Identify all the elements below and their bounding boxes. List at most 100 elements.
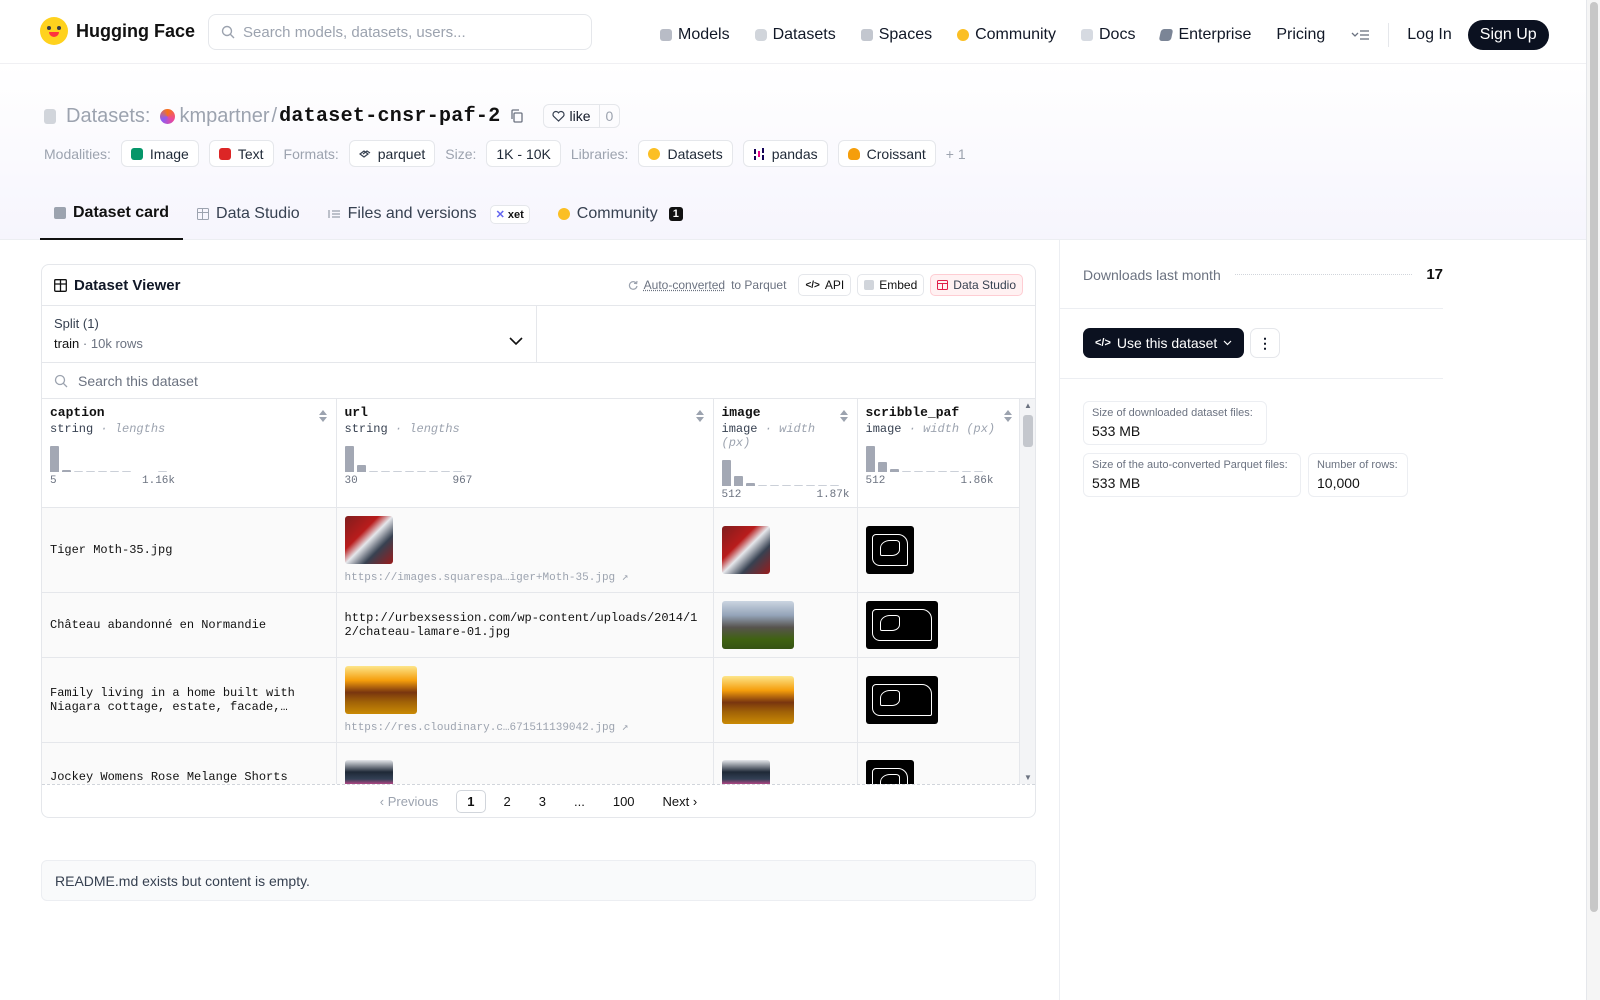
- histogram-bar[interactable]: [158, 471, 167, 472]
- page-2-button[interactable]: 2: [494, 791, 521, 812]
- more-options-button[interactable]: ⋮: [1250, 328, 1280, 358]
- url-cell[interactable]: [336, 742, 714, 784]
- tab-data-studio[interactable]: Data Studio: [183, 188, 314, 240]
- column-header-image[interactable]: image image · width (px) 512 1.87k: [713, 399, 858, 508]
- nav-docs[interactable]: Docs: [1081, 26, 1135, 44]
- sort-icon[interactable]: [839, 409, 849, 423]
- image-cell[interactable]: [713, 507, 858, 593]
- histogram-bar[interactable]: [937, 471, 947, 472]
- nav-pricing[interactable]: Pricing: [1276, 26, 1325, 44]
- histogram-bar[interactable]: [146, 471, 155, 472]
- url-cell[interactable]: https://images.squarespa…iger+Moth-35.jp…: [336, 507, 714, 593]
- table-row[interactable]: Tiger Moth-35.jpg https://images.squares…: [42, 507, 1022, 593]
- image-thumbnail[interactable]: [721, 601, 794, 649]
- column-header-scribble-paf[interactable]: scribble_paf image · width (px) 512 1.86k: [857, 399, 1022, 508]
- page-3-button[interactable]: 3: [529, 791, 556, 812]
- caption-cell[interactable]: Château abandonné en Normandie: [42, 592, 337, 658]
- histogram-bar[interactable]: [74, 471, 83, 472]
- histogram-bar[interactable]: [757, 485, 767, 486]
- histogram-bar[interactable]: [416, 471, 426, 472]
- dataset-search-input[interactable]: [78, 372, 478, 389]
- tag-text[interactable]: Text: [208, 140, 274, 167]
- histogram-bar[interactable]: [745, 483, 755, 486]
- tag-croissant[interactable]: Croissant: [837, 140, 936, 167]
- tab-files-and-versions[interactable]: Files and versions ✕ xet: [314, 188, 544, 240]
- image-cell[interactable]: [713, 742, 858, 784]
- page-1-button[interactable]: 1: [456, 790, 486, 813]
- scribble-thumbnail[interactable]: [865, 676, 938, 724]
- dataset-name[interactable]: dataset-cnsr-paf-2: [279, 105, 500, 128]
- histogram-bar[interactable]: [428, 471, 438, 472]
- hugging-face-logo[interactable]: Hugging Face: [40, 17, 195, 45]
- page-scrollbar[interactable]: [1586, 0, 1600, 1000]
- use-this-dataset-button[interactable]: </> Use this dataset: [1083, 328, 1245, 358]
- table-row[interactable]: Château abandonné en Normandie http://ur…: [42, 592, 1022, 658]
- tag-datasets[interactable]: Datasets: [638, 140, 733, 167]
- histogram-bar[interactable]: [913, 471, 923, 472]
- histogram-bar[interactable]: [356, 465, 366, 472]
- histogram-bar[interactable]: [769, 485, 779, 486]
- sort-icon[interactable]: [1003, 409, 1013, 423]
- histogram-bar[interactable]: [793, 485, 803, 486]
- page-100-button[interactable]: 100: [603, 791, 645, 812]
- scribble-cell[interactable]: [857, 507, 1022, 593]
- scribble-cell[interactable]: [857, 592, 1022, 658]
- tag-pandas[interactable]: pandas: [742, 140, 828, 167]
- scribble-cell[interactable]: [857, 657, 1022, 743]
- login-link[interactable]: Log In: [1407, 26, 1451, 44]
- caption-cell[interactable]: Jockey Womens Rose Melange Shorts (S,Ros…: [42, 742, 337, 784]
- histogram-bar[interactable]: [380, 471, 390, 472]
- histogram-bar[interactable]: [452, 471, 462, 472]
- histogram-bar[interactable]: [865, 446, 875, 472]
- url-image-thumbnail[interactable]: [344, 759, 393, 784]
- split-selector[interactable]: Split (1) train · 10k rows: [42, 306, 537, 362]
- histogram-bar[interactable]: [122, 471, 131, 472]
- caption-cell[interactable]: Tiger Moth-35.jpg: [42, 507, 337, 593]
- tab-dataset-card[interactable]: Dataset card: [40, 188, 184, 240]
- histogram-bar[interactable]: [925, 471, 935, 472]
- histogram-bar[interactable]: [829, 485, 839, 486]
- histogram-bar[interactable]: [817, 485, 827, 486]
- histogram-bar[interactable]: [368, 471, 378, 472]
- column-header-caption[interactable]: caption string · lengths 5 1.16k: [42, 399, 337, 508]
- url-image-thumbnail[interactable]: [344, 516, 393, 564]
- histogram-bar[interactable]: [889, 469, 899, 472]
- nav-spaces[interactable]: Spaces: [860, 26, 932, 44]
- histogram-bar[interactable]: [901, 471, 911, 472]
- column-header-url[interactable]: url string · lengths 30 967: [336, 399, 714, 508]
- tab-community[interactable]: Community 1: [544, 188, 697, 240]
- histogram-bar[interactable]: [733, 476, 743, 486]
- page-scrollbar-thumb[interactable]: [1590, 2, 1598, 912]
- sort-icon[interactable]: [318, 409, 328, 423]
- histogram-bar[interactable]: [86, 471, 95, 472]
- menu-icon[interactable]: [1350, 27, 1370, 43]
- grid-scrollbar[interactable]: ▲ ▼: [1019, 399, 1035, 784]
- embed-button[interactable]: Embed: [857, 274, 925, 296]
- copy-icon[interactable]: [509, 108, 525, 124]
- signup-button[interactable]: Sign Up: [1467, 20, 1549, 50]
- caption-cell[interactable]: Family living in a home built with Niaga…: [42, 657, 337, 743]
- histogram-bar[interactable]: [110, 471, 119, 472]
- dataset-search[interactable]: [42, 363, 1035, 399]
- scroll-down-icon[interactable]: ▼: [1024, 773, 1032, 782]
- url-cell[interactable]: http://urbexsession.com/wp-content/uploa…: [336, 592, 714, 658]
- histogram-bar[interactable]: [392, 471, 402, 472]
- url-link[interactable]: https://res.cloudinary.c…671511139042.jp…: [345, 720, 705, 734]
- scroll-up-icon[interactable]: ▲: [1024, 401, 1032, 410]
- auto-converted-link[interactable]: Auto-converted: [644, 278, 725, 292]
- histogram-bar[interactable]: [134, 471, 143, 472]
- histogram-bar[interactable]: [973, 471, 983, 472]
- next-page-button[interactable]: Next ›: [653, 791, 708, 812]
- api-button[interactable]: </> API: [798, 274, 852, 296]
- owner-link[interactable]: kmpartner: [179, 105, 269, 128]
- section-label[interactable]: Datasets:: [66, 105, 150, 128]
- scribble-cell[interactable]: [857, 742, 1022, 784]
- tag-size[interactable]: 1K - 10K: [486, 140, 561, 167]
- histogram-bar[interactable]: [62, 470, 71, 472]
- global-search[interactable]: [208, 14, 592, 50]
- nav-community[interactable]: Community: [957, 26, 1056, 44]
- url-cell[interactable]: https://res.cloudinary.c…671511139042.jp…: [336, 657, 714, 743]
- url-image-thumbnail[interactable]: [344, 666, 417, 714]
- image-thumbnail[interactable]: [721, 759, 770, 784]
- histogram-bar[interactable]: [877, 462, 887, 472]
